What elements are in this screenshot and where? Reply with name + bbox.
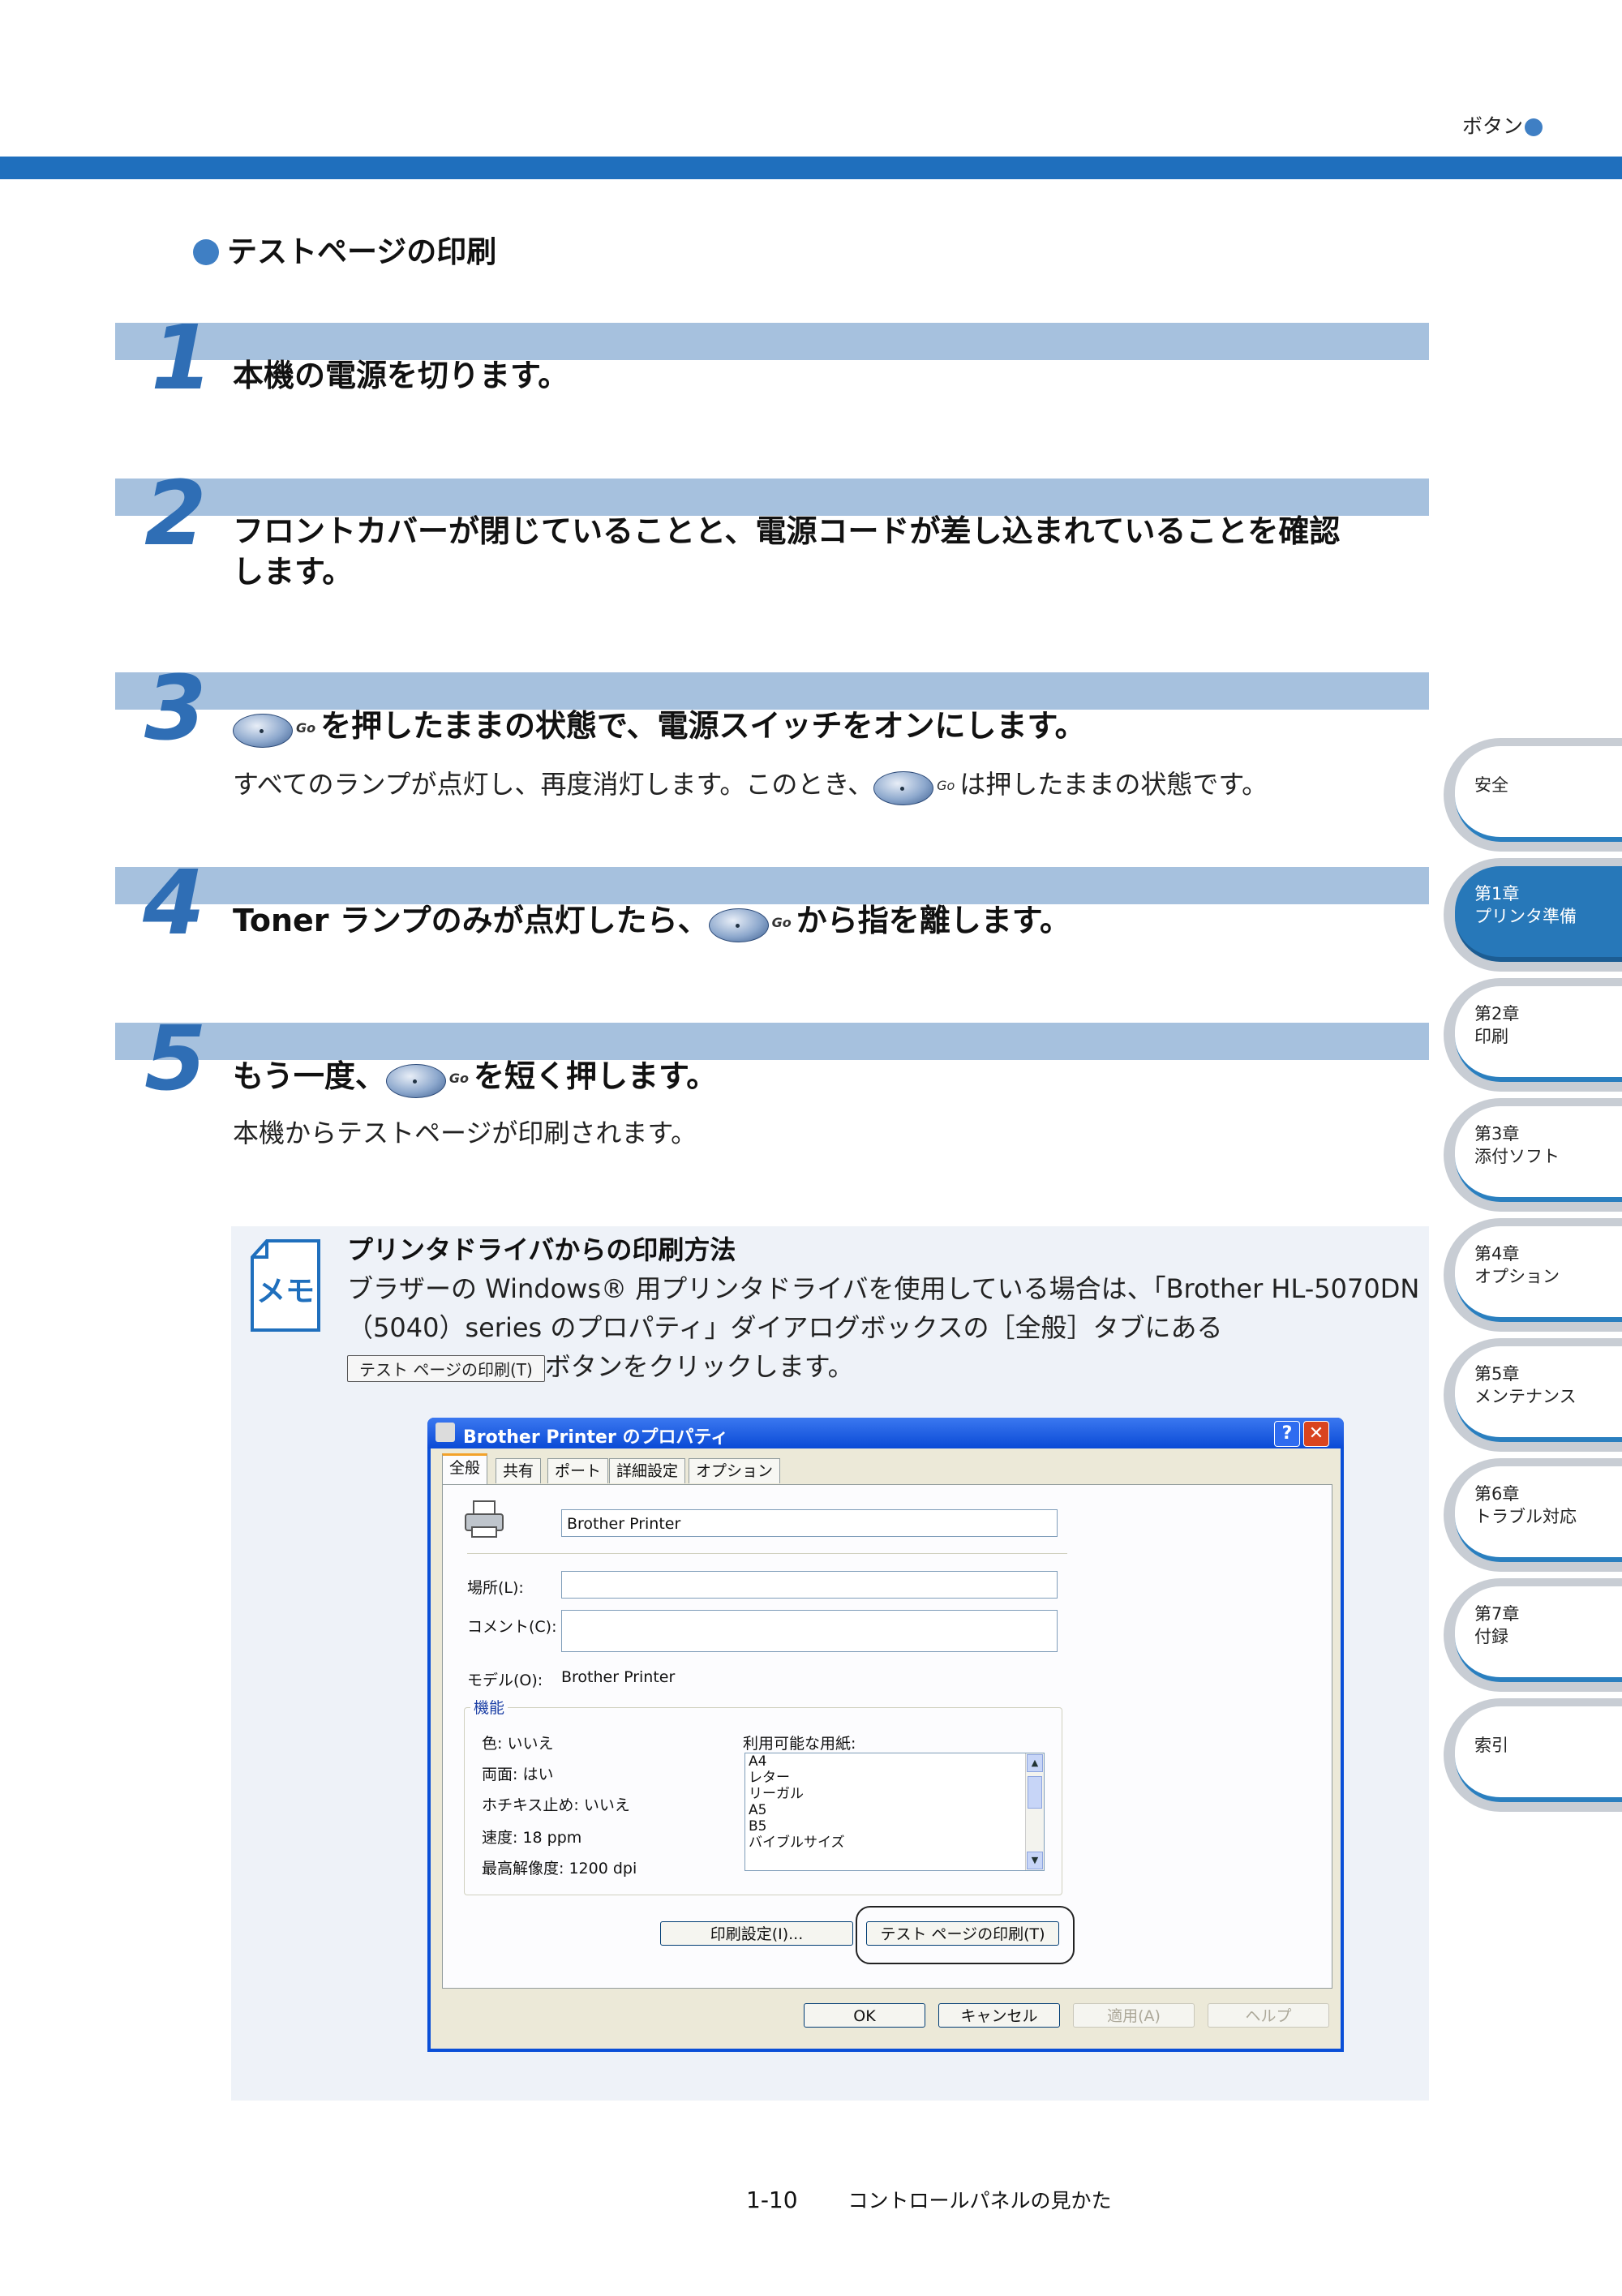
location-label: 場所(L):: [467, 1579, 524, 1597]
step-2-number: 2: [144, 461, 207, 565]
memo-line-1: ブラザーの Windows® 用プリンタドライバを使用している場合は、「Brot…: [347, 1273, 1420, 1304]
memo-icon-text: メモ: [256, 1275, 315, 1308]
go-label: Go: [771, 914, 792, 930]
highlight-ring: [856, 1906, 1075, 1964]
tab-advanced[interactable]: 詳細設定: [609, 1458, 686, 1483]
step-2-title: フロントカバーが閉じていることと、電源コードが差し込まれていることを確認 します。: [233, 513, 1341, 590]
location-field[interactable]: [561, 1571, 1058, 1599]
list-item[interactable]: A4: [745, 1753, 1044, 1770]
bullet-icon: [193, 239, 219, 265]
printer-name-field[interactable]: Brother Printer: [561, 1509, 1058, 1537]
step-4-bar: [115, 867, 1429, 904]
side-tab-chapter-7[interactable]: 第7章 付録: [1444, 1578, 1622, 1692]
go-label: Go: [937, 778, 955, 793]
section-title: テストページの印刷: [193, 227, 496, 271]
go-button-icon: [233, 710, 293, 748]
page-footer: 1-10 コントロールパネルの見かた: [746, 2185, 1112, 2214]
tab-ports[interactable]: ポート: [547, 1458, 609, 1483]
dialog-titlebar: Brother Printer のプロパティ ? ✕: [427, 1418, 1344, 1448]
feature-duplex: 両面: はい: [482, 1766, 554, 1783]
paper-list[interactable]: A4 レター リーガル A5 B5 バイブルサイズ ▲ ▼: [744, 1753, 1045, 1871]
go-button-icon: [385, 1061, 446, 1098]
memo-title: プリンタドライバからの印刷方法: [347, 1234, 736, 1265]
feature-speed: 速度: 18 ppm: [482, 1829, 582, 1847]
scroll-up-icon[interactable]: ▲: [1027, 1754, 1043, 1772]
scroll-down-icon[interactable]: ▼: [1027, 1852, 1043, 1869]
step-3-title: Go を押したままの状態で、電源スイッチをオンにします。: [233, 706, 1086, 748]
side-tab-chapter-3[interactable]: 第3章 添付ソフト: [1444, 1098, 1622, 1212]
go-label: Go: [448, 1070, 469, 1086]
side-tab-chapter-4[interactable]: 第4章 オプション: [1444, 1218, 1622, 1332]
go-label: Go: [296, 719, 316, 736]
step-3-description: すべてのランプが点灯し、再度消灯します。このとき、 Go は押したままの状態です。: [233, 764, 1268, 805]
features-title: 機能: [470, 1696, 508, 1718]
list-item[interactable]: リーガル: [745, 1786, 1044, 1802]
go-button-icon: [708, 905, 769, 942]
side-tab-chapter-6[interactable]: 第6章 トラブル対応: [1444, 1458, 1622, 1572]
printer-icon: [465, 1500, 504, 1538]
scroll-thumb[interactable]: [1028, 1776, 1042, 1809]
paper-label: 利用可能な用紙:: [743, 1735, 856, 1753]
step-5-number: 5: [144, 1006, 207, 1110]
divider: [467, 1553, 1067, 1554]
comment-field[interactable]: [561, 1610, 1058, 1652]
help-button[interactable]: ?: [1274, 1421, 1300, 1447]
close-button[interactable]: ✕: [1303, 1421, 1329, 1447]
side-tab-chapter-2[interactable]: 第2章 印刷: [1444, 978, 1622, 1092]
tab-sharing[interactable]: 共有: [496, 1458, 542, 1483]
list-item[interactable]: B5: [745, 1818, 1044, 1835]
cancel-button[interactable]: キャンセル: [938, 2003, 1060, 2028]
model-label: モデル(O):: [467, 1672, 543, 1689]
apply-button[interactable]: 適用(A): [1073, 2003, 1195, 2028]
side-tab-index[interactable]: 索引: [1444, 1698, 1622, 1812]
comment-label: コメント(C):: [467, 1618, 557, 1636]
memo-icon: メモ: [251, 1239, 320, 1332]
dialog-title: Brother Printer のプロパティ: [463, 1427, 729, 1448]
step-1-number: 1: [151, 306, 213, 410]
memo-line-2: （5040）series のプロパティ」ダイアログボックスの［全般］タブにある: [347, 1312, 1223, 1343]
footer-chapter: コントロールパネルの見かた: [847, 2189, 1112, 2212]
header-bar: [0, 157, 1622, 179]
list-item[interactable]: レター: [745, 1770, 1044, 1786]
step-1-title: 本機の電源を切ります。: [233, 358, 569, 393]
help-dialog-button[interactable]: ヘルプ: [1208, 2003, 1329, 2028]
tab-options[interactable]: オプション: [689, 1458, 781, 1483]
bullet-icon: [1525, 118, 1543, 136]
test-page-button-image: テスト ページの印刷(T): [347, 1354, 545, 1382]
go-button-icon: [873, 768, 934, 805]
chapter-header-label: ボタン: [1461, 114, 1523, 138]
memo-line-3: テスト ページの印刷(T) ボタンをクリックします。: [347, 1346, 854, 1384]
side-tab-chapter-5[interactable]: 第5章 メンテナンス: [1444, 1338, 1622, 1452]
step-3-number: 3: [144, 656, 207, 760]
tab-general[interactable]: 全般: [442, 1453, 488, 1487]
step-4-number: 4: [143, 851, 205, 955]
ok-button[interactable]: OK: [804, 2003, 925, 2028]
step-5-description: 本機からテストページが印刷されます。: [233, 1118, 697, 1148]
step-5-title: もう一度、 Go を短く押します。: [233, 1056, 717, 1098]
list-item[interactable]: バイブルサイズ: [745, 1835, 1044, 1851]
paper-list-scrollbar[interactable]: ▲ ▼: [1025, 1753, 1044, 1870]
chapter-header: ボタン: [1462, 110, 1543, 139]
step-5-bar: [115, 1023, 1429, 1060]
side-tab-chapter-1[interactable]: 第1章 プリンタ準備: [1444, 858, 1622, 972]
feature-staple: ホチキス止め: いいえ: [482, 1796, 630, 1814]
feature-color: 色: いいえ: [482, 1735, 554, 1753]
side-tab-safety[interactable]: 安全: [1444, 738, 1622, 852]
step-3-bar: [115, 672, 1429, 710]
printing-preferences-button[interactable]: 印刷設定(I)...: [660, 1921, 853, 1946]
printer-icon: [436, 1423, 455, 1442]
model-value: Brother Printer: [561, 1668, 676, 1686]
list-item[interactable]: A5: [745, 1802, 1044, 1818]
step-4-title: Toner ランプのみが点灯したら、 Go から指を離します。: [233, 900, 1071, 942]
page-number: 1-10: [746, 2187, 798, 2213]
feature-resolution: 最高解像度: 1200 dpi: [482, 1860, 637, 1878]
